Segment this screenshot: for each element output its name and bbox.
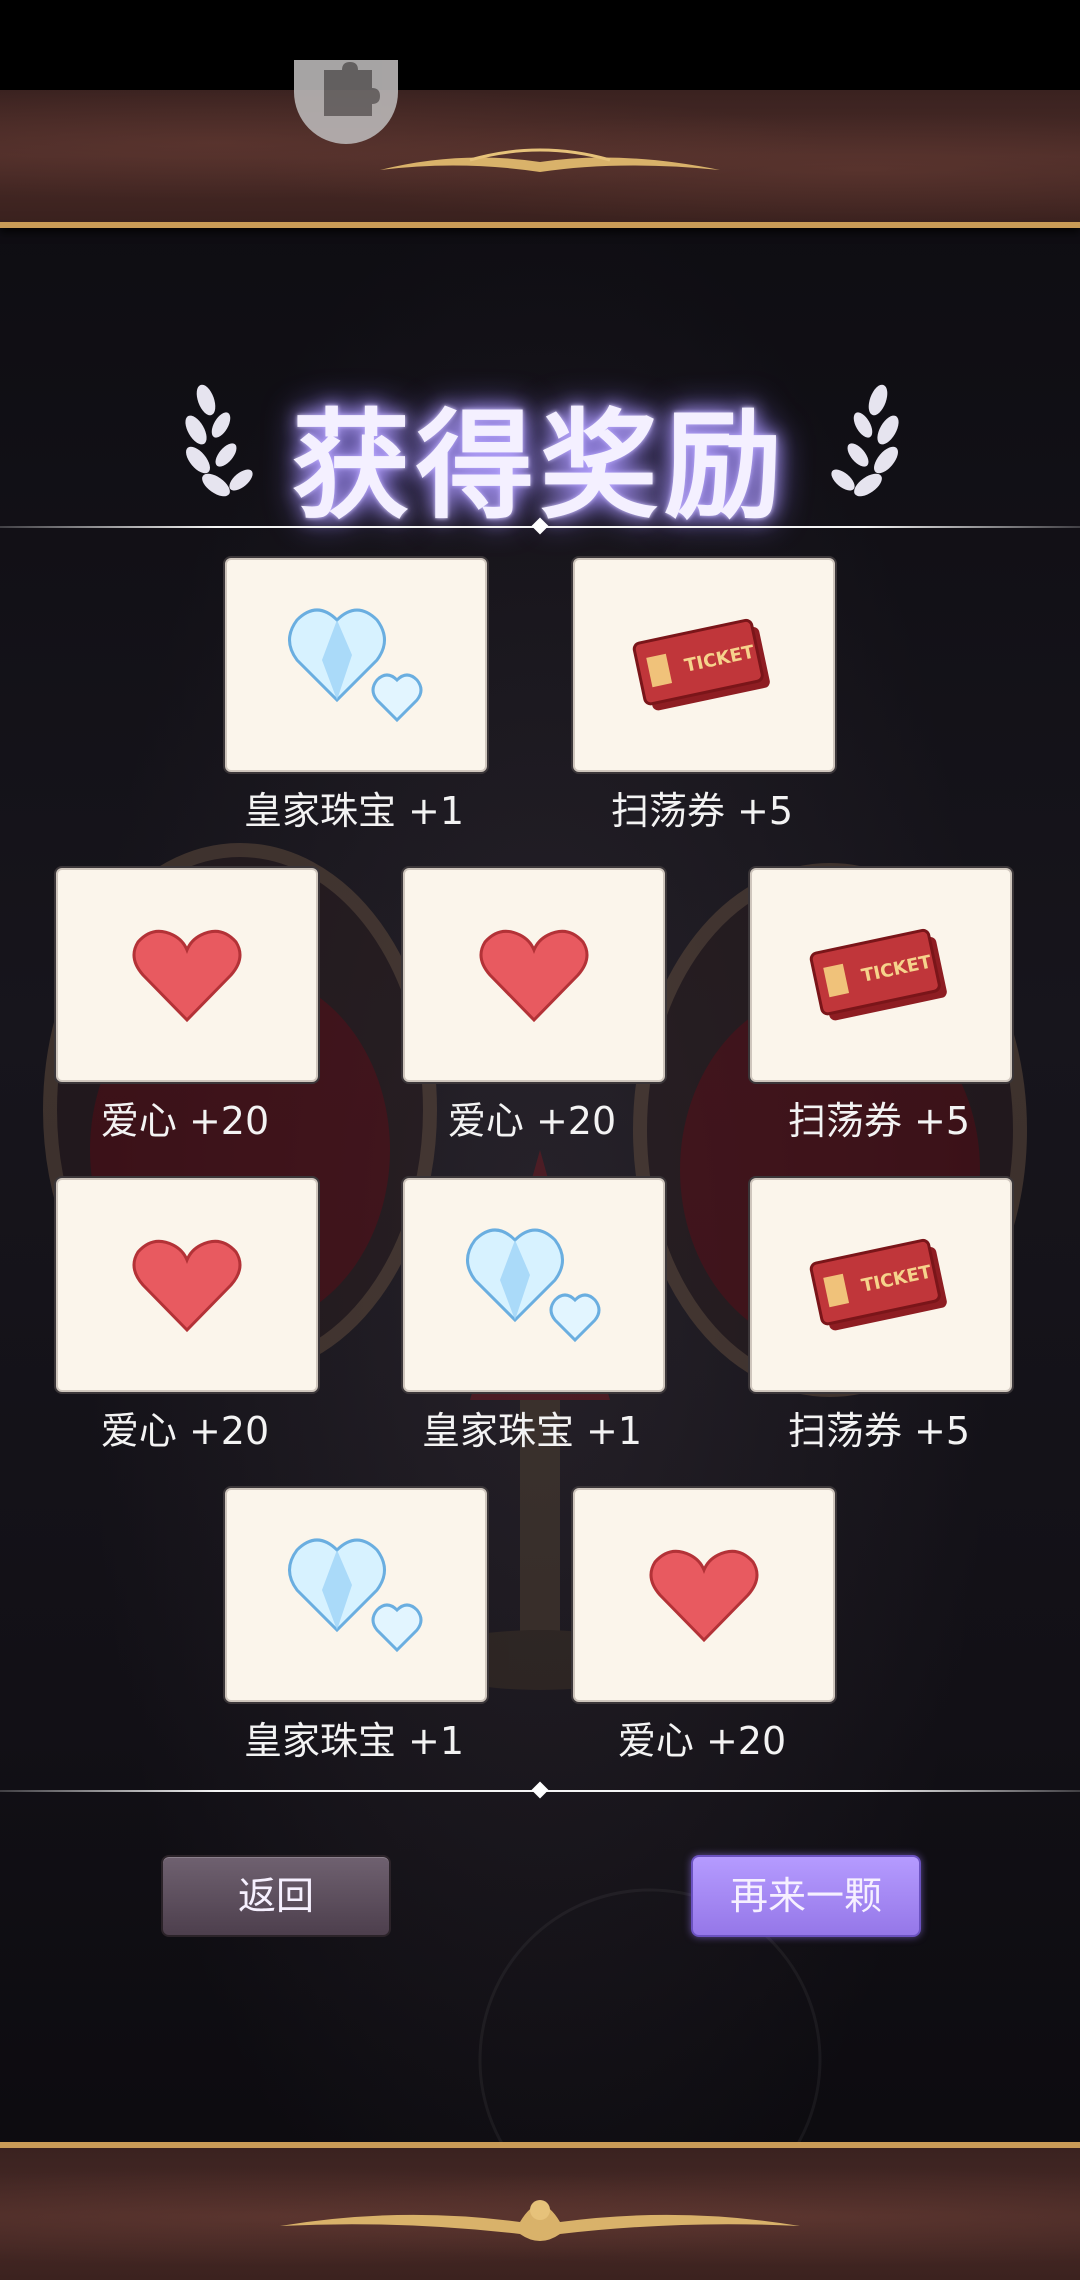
heart-icon bbox=[649, 1549, 759, 1643]
reward-label: 皇家珠宝 +1 bbox=[243, 1719, 465, 1763]
ticket-icon: TICKET bbox=[809, 1238, 947, 1331]
heart-icon bbox=[479, 929, 589, 1023]
reward-label: 皇家珠宝 +1 bbox=[421, 1409, 643, 1453]
reward-card[interactable] bbox=[573, 1488, 835, 1702]
diamond-hearts-icon bbox=[288, 1538, 423, 1653]
page-title: 获得奖励 bbox=[291, 396, 788, 535]
ticket-icon: TICKET bbox=[809, 928, 947, 1021]
back-button[interactable]: 返回 bbox=[161, 1855, 391, 1937]
reward-card[interactable]: TICKET bbox=[750, 1178, 1012, 1392]
diamond-hearts-icon bbox=[466, 1228, 601, 1343]
reward-label: 爱心 +20 bbox=[447, 1099, 617, 1143]
reward-label: 爱心 +20 bbox=[100, 1409, 270, 1453]
reward-label: 爱心 +20 bbox=[100, 1099, 270, 1143]
reward-card[interactable] bbox=[225, 558, 487, 772]
reward-card[interactable] bbox=[56, 1178, 318, 1392]
bottom-banner bbox=[0, 2142, 1080, 2280]
reward-card[interactable] bbox=[403, 1178, 665, 1392]
reward-label: 扫荡券 +5 bbox=[787, 1409, 971, 1453]
ticket-icon: TICKET bbox=[632, 618, 770, 711]
laurel-right-icon bbox=[831, 384, 899, 497]
bottom-ornament bbox=[280, 2200, 800, 2241]
divider-top bbox=[0, 517, 1080, 535]
reward-label: 皇家珠宝 +1 bbox=[243, 789, 465, 833]
reward-label: 爱心 +20 bbox=[617, 1719, 787, 1763]
draw-again-button[interactable]: 再来一颗 bbox=[691, 1855, 921, 1937]
heart-icon bbox=[132, 1239, 242, 1333]
heart-icon bbox=[132, 929, 242, 1023]
reward-label: 扫荡券 +5 bbox=[787, 1099, 971, 1143]
reward-card[interactable] bbox=[56, 868, 318, 1082]
reward-card[interactable] bbox=[225, 1488, 487, 1702]
divider-bottom bbox=[0, 1781, 1080, 1799]
diamond-hearts-icon bbox=[288, 608, 423, 723]
reward-card[interactable]: TICKET bbox=[573, 558, 835, 772]
reward-card[interactable]: TICKET bbox=[750, 868, 1012, 1082]
reward-label: 扫荡券 +5 bbox=[610, 789, 794, 833]
reward-card[interactable] bbox=[403, 868, 665, 1082]
reward-screen: { "title": "获得奖励", "rewards": [ {"label"… bbox=[0, 0, 1080, 2280]
